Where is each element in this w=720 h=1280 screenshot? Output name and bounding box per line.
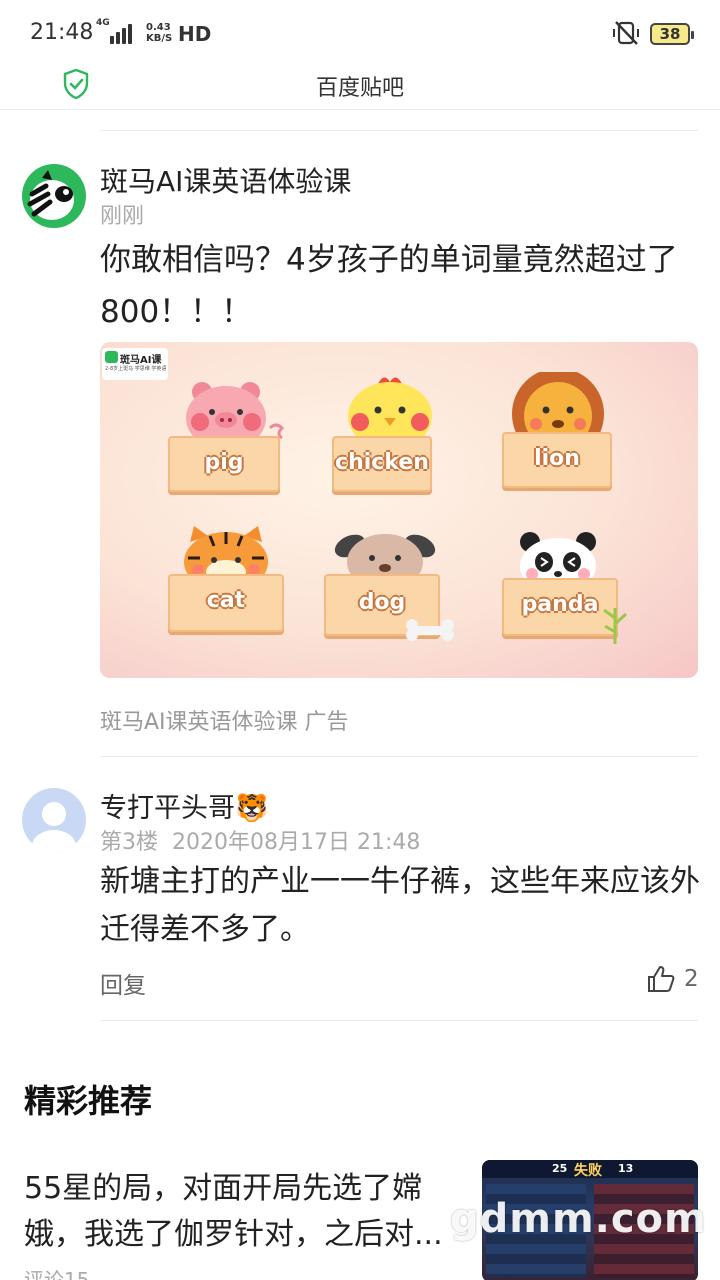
post-content[interactable]: 你敢相信吗？4岁孩子的单词量竟然超过了800！！！: [100, 234, 700, 338]
avatar[interactable]: [22, 788, 86, 852]
watermark: gdmm.com: [450, 1196, 707, 1242]
comment-datetime: 2020年08月17日 21:48: [172, 830, 421, 855]
zebra-icon: [27, 170, 74, 220]
network-type: 4G: [96, 18, 110, 28]
thumbs-up-icon[interactable]: [646, 964, 676, 994]
default-avatar-icon: [32, 802, 76, 852]
ad-image[interactable]: 斑马AI课 2-8岁上斑马 学思维 学英语 pig chicken lion c…: [100, 342, 698, 678]
post-time: 刚刚: [100, 204, 145, 229]
bone-icon: [406, 619, 454, 641]
signal-icon: 4G: [96, 18, 132, 44]
hd-indicator: HD: [178, 22, 212, 46]
avatar[interactable]: [22, 164, 86, 228]
thumb-left-score: 25: [552, 1162, 568, 1175]
thumb-right-score: 13: [618, 1162, 634, 1175]
ad-logo: 斑马AI课 2-8岁上斑马 学思维 学英语: [102, 348, 168, 380]
divider: [100, 1020, 698, 1021]
reply-button[interactable]: 回复: [100, 966, 146, 1000]
like-count: 2: [684, 966, 699, 992]
divider: [100, 130, 698, 131]
post-author[interactable]: 斑马AI课英语体验课: [100, 160, 351, 200]
comment-author[interactable]: 专打平头哥🐯: [100, 786, 269, 825]
word-card: cat: [168, 574, 284, 632]
thumb-result-label: 失败: [574, 1163, 602, 1179]
divider: [100, 756, 698, 757]
comment-meta: 第3楼 2020年08月17日 21:48: [100, 824, 434, 856]
bamboo-icon: [603, 608, 628, 644]
status-time: 21:48: [30, 20, 94, 45]
recommend-item-meta: 评论15: [24, 1268, 90, 1280]
word-card: lion: [502, 432, 612, 488]
section-title: 精彩推荐: [24, 1082, 153, 1120]
word-card: pig: [168, 436, 280, 492]
page-title: 百度贴吧: [315, 76, 404, 101]
network-speed: 0.43 KB/S: [146, 22, 173, 44]
recommend-item-title[interactable]: 55星的局，对面开局先选了嫦娥，我选了伽罗针对，之后对...: [24, 1166, 474, 1258]
top-nav: 百度贴吧: [0, 64, 720, 110]
comment-floor: 第3楼: [100, 830, 158, 855]
battery-icon: 38: [650, 23, 694, 45]
ad-source-label[interactable]: 斑马AI课英语体验课 广告: [100, 704, 349, 736]
comment-content[interactable]: 新塘主打的产业一一牛仔裤，这些年来应该外迁得差不多了。: [100, 858, 705, 954]
mute-icon: [613, 21, 639, 45]
word-card: chicken: [332, 436, 432, 492]
status-bar: 21:48 4G 0.43 KB/S HD 38: [0, 0, 720, 64]
